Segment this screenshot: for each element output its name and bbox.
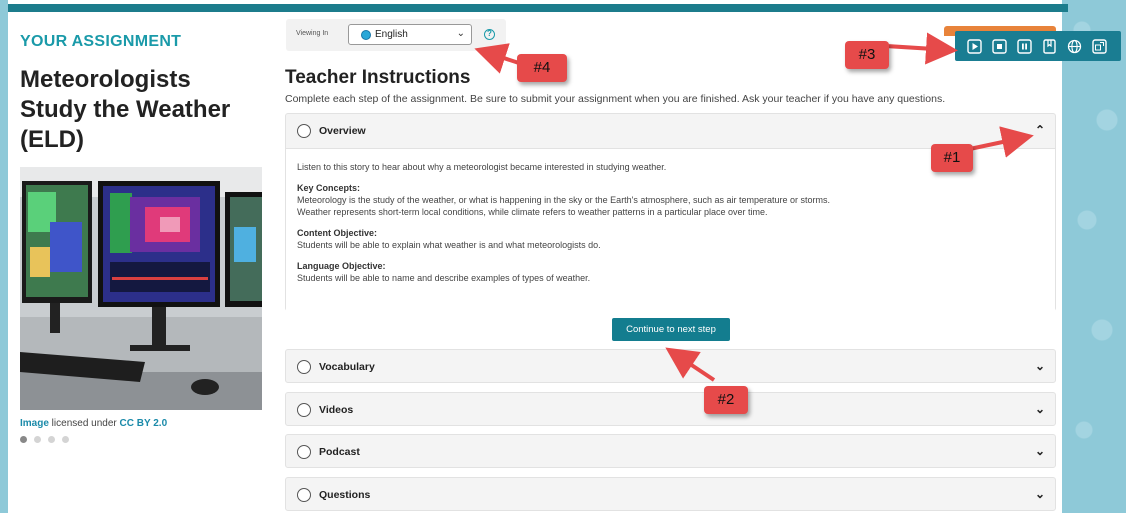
callout-2: #2 — [704, 386, 748, 414]
callout-3: #3 — [845, 41, 889, 69]
callout-4: #4 — [517, 54, 567, 82]
callout-1: #1 — [931, 144, 973, 172]
